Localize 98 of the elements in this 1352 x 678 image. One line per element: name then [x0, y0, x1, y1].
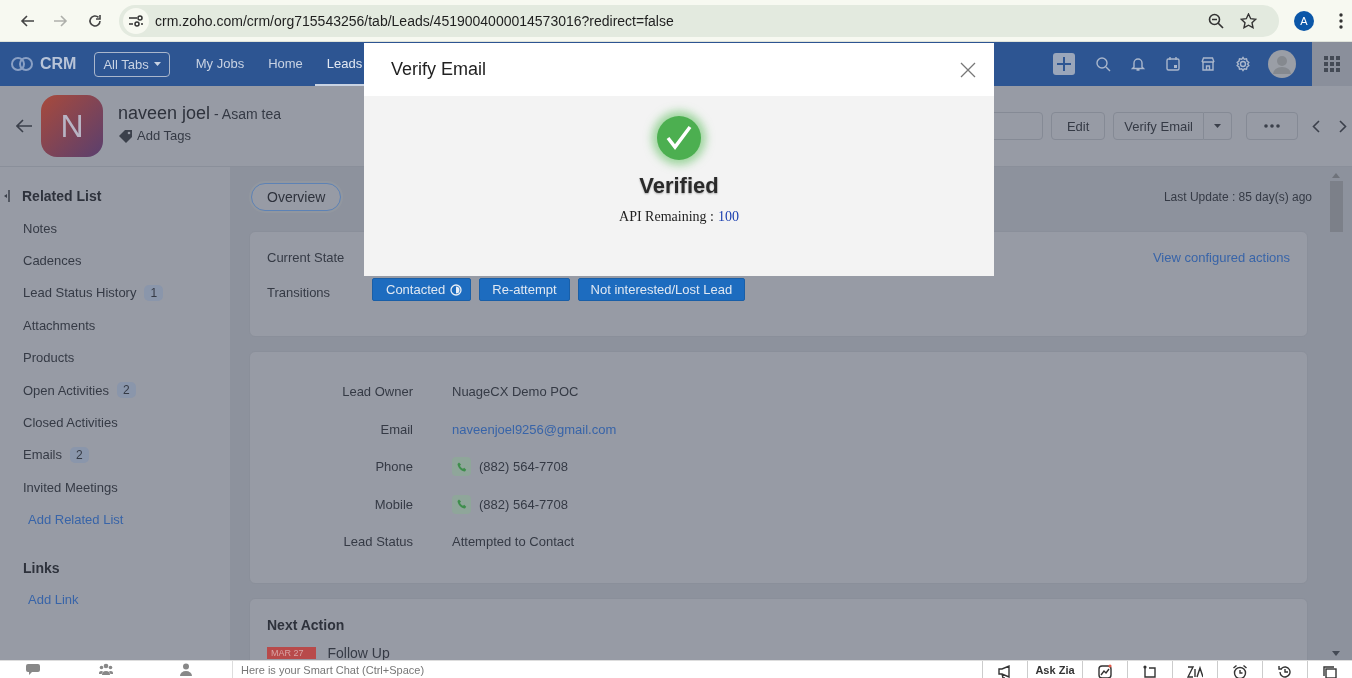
related-list-item[interactable]: Lead Status History — [23, 285, 137, 301]
cloud-logo-icon — [10, 56, 34, 72]
grid-icon — [1324, 56, 1340, 72]
app-logo-text: CRM — [40, 55, 77, 73]
chat-icon[interactable] — [26, 663, 40, 676]
related-list-item[interactable]: Closed Activities — [23, 415, 118, 431]
section-heading: Links — [22, 558, 61, 578]
edit-button[interactable]: Edit — [1050, 112, 1106, 140]
plus-icon — [1057, 57, 1071, 71]
phone-icon — [456, 461, 467, 472]
search-icon[interactable] — [1095, 56, 1111, 72]
star-icon[interactable] — [1240, 12, 1257, 29]
scroll-down-icon[interactable] — [1332, 651, 1340, 656]
related-list-item[interactable]: Products — [23, 350, 75, 366]
verify-email-button[interactable]: Verify Email — [1113, 112, 1204, 140]
company-name: - Asam tea — [214, 106, 281, 122]
tag-icon — [118, 128, 134, 143]
ask-zia-button[interactable]: Ask Zia — [1035, 664, 1075, 676]
all-tabs-button[interactable]: All Tabs — [94, 51, 170, 77]
group-icon[interactable] — [99, 663, 113, 676]
back-icon[interactable] — [19, 12, 35, 29]
check-icon — [657, 116, 701, 160]
user-avatar[interactable] — [1268, 50, 1296, 78]
date-tag: MAR 27 — [267, 647, 316, 659]
field-label: Email — [379, 421, 413, 437]
url-text: crm.zoho.com/crm/org715543256/tab/Leads/4519004000014573016?redirect=false — [155, 12, 674, 29]
related-list-item[interactable]: Notes — [23, 220, 57, 236]
app-grid-button[interactable] — [1312, 42, 1352, 86]
back-arrow-icon[interactable] — [16, 119, 32, 133]
smart-chat-field[interactable]: Here is your Smart Chat (Ctrl+Space) — [233, 663, 653, 676]
related-list-item[interactable]: Emails — [23, 447, 62, 463]
transition-button[interactable]: Not interested/Lost Lead — [577, 278, 746, 301]
field-label: Current State — [267, 249, 346, 265]
zia-icon[interactable] — [1187, 664, 1203, 678]
add-link[interactable]: Add Link — [0, 583, 230, 616]
nav-tab[interactable]: Home — [256, 42, 315, 86]
calendar-icon[interactable] — [1165, 56, 1181, 72]
stack-icon[interactable] — [1322, 664, 1338, 678]
count-badge: 2 — [117, 382, 136, 399]
zoom-out-icon[interactable] — [1208, 12, 1224, 29]
related-list-item[interactable]: Attachments — [23, 317, 96, 333]
address-bar[interactable]: crm.zoho.com/crm/org715543256/tab/Leads/4519004000014573016?redirect=false — [119, 4, 1279, 37]
card-title: Next Action — [267, 617, 346, 633]
bell-icon[interactable] — [1130, 56, 1146, 72]
field-label: Phone — [374, 459, 413, 475]
close-icon[interactable] — [960, 61, 976, 78]
count-badge: 2 — [70, 446, 89, 463]
action-title[interactable]: Follow Up — [327, 645, 390, 660]
view-configured-actions-link[interactable]: View configured actions — [1152, 249, 1290, 265]
status-text: Verified — [639, 173, 719, 199]
collapse-icon[interactable] — [4, 190, 10, 202]
nav-tab[interactable]: My Jobs — [183, 42, 257, 86]
related-list-item[interactable]: Cadences — [23, 253, 82, 269]
megaphone-icon[interactable] — [997, 664, 1013, 678]
section-heading: Related List — [22, 188, 102, 204]
email-link[interactable]: naveenjoel9256@gmail.com — [452, 421, 617, 437]
reload-icon[interactable] — [87, 12, 103, 29]
profile-avatar[interactable]: A — [1294, 10, 1314, 31]
person-icon[interactable] — [179, 663, 193, 676]
overview-tab[interactable]: Overview — [251, 183, 342, 211]
history-icon[interactable] — [1277, 664, 1293, 678]
record-avatar: N — [41, 95, 103, 157]
transition-button[interactable]: Contacted — [372, 278, 472, 301]
field-value: (882) 564-7708 — [479, 459, 568, 475]
caret-icon — [1214, 124, 1221, 128]
api-count: 100 — [717, 209, 739, 225]
flow-icon[interactable] — [1142, 664, 1158, 678]
site-settings-icon[interactable] — [128, 13, 144, 28]
dialog-title: Verify Email — [391, 59, 487, 80]
more-icon — [1264, 124, 1280, 128]
add-related-list-link[interactable]: Add Related List — [0, 503, 230, 536]
timer-icon — [450, 283, 463, 296]
caret-icon — [153, 62, 161, 66]
previous-icon[interactable] — [1312, 119, 1320, 133]
next-icon[interactable] — [1339, 119, 1347, 133]
related-list-item[interactable]: Open Activities — [23, 382, 109, 398]
api-label: API Remaining : — [619, 209, 714, 225]
add-tags-link[interactable]: Add Tags — [118, 128, 281, 143]
field-label: Mobile — [373, 496, 413, 512]
chart-icon[interactable] — [1097, 664, 1113, 678]
transition-button[interactable]: Re-attempt — [479, 278, 570, 301]
field-value: Attempted to Contact — [452, 534, 575, 550]
alarm-icon[interactable] — [1232, 664, 1248, 678]
field-label: Transitions — [267, 285, 332, 300]
kebab-menu-icon[interactable] — [1339, 12, 1343, 29]
record-name: naveen joel — [118, 103, 211, 123]
field-label: Lead Owner — [341, 384, 413, 400]
add-button[interactable] — [1053, 53, 1075, 75]
field-value: (882) 564-7708 — [479, 496, 568, 512]
field-label: Lead Status — [342, 534, 413, 550]
settings-icon[interactable] — [1235, 56, 1251, 72]
phone-icon — [456, 499, 467, 510]
related-list-item[interactable]: Invited Meetings — [23, 479, 118, 495]
field-value: NuageCX Demo POC — [452, 384, 579, 400]
more-button[interactable] — [1246, 112, 1298, 140]
store-icon[interactable] — [1200, 56, 1216, 72]
count-badge: 1 — [144, 284, 164, 301]
last-update-text: Last Update : 85 day(s) ago — [1163, 190, 1312, 204]
